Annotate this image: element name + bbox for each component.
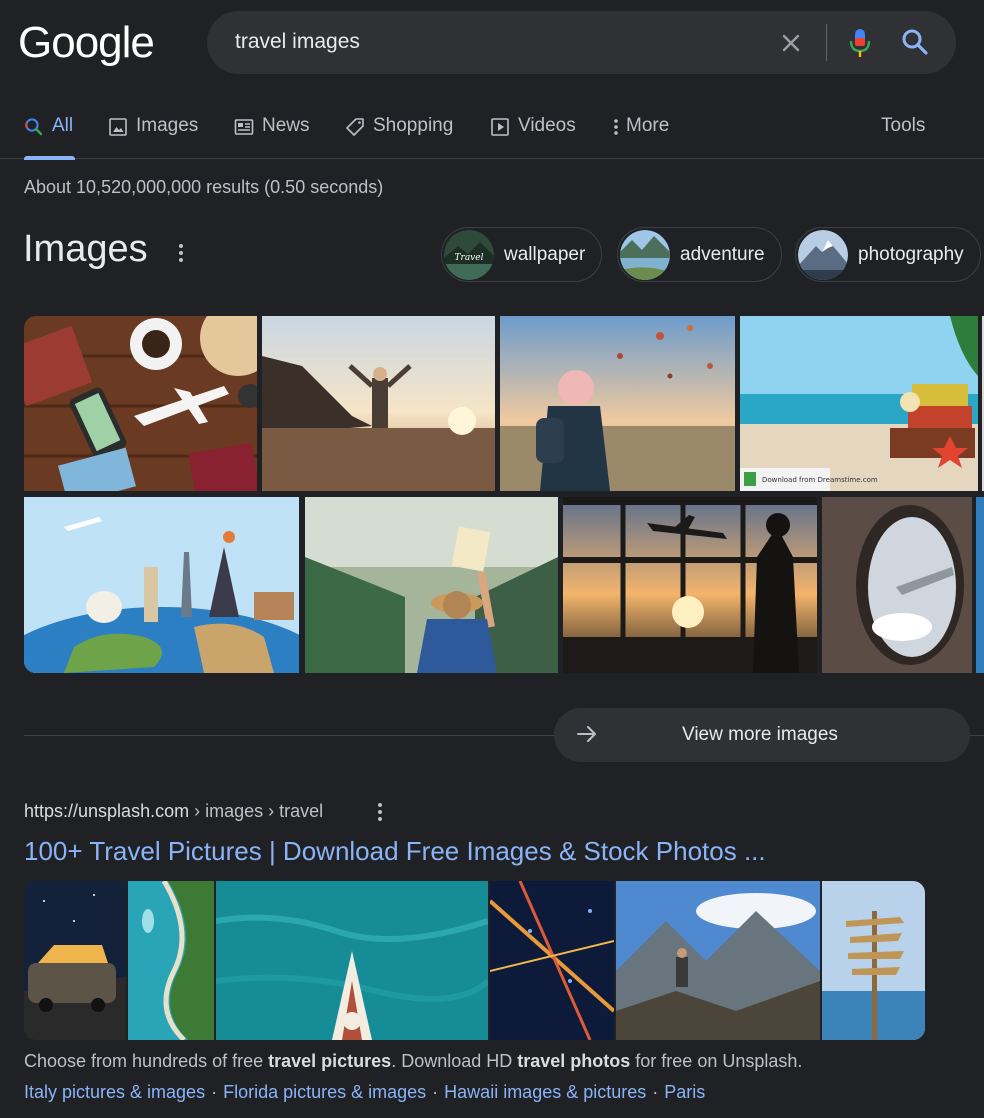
sitelink-separator: ·: [211, 1082, 218, 1102]
sitelink[interactable]: Italy pictures & images: [24, 1082, 205, 1102]
tools-button[interactable]: Tools: [881, 115, 925, 137]
search-box-divider: [826, 24, 827, 61]
result-thumbnail[interactable]: [24, 881, 126, 1040]
result-thumbnail[interactable]: [216, 881, 488, 1040]
tab-label: Videos: [518, 115, 576, 136]
image-thumbnail[interactable]: [305, 497, 558, 673]
result-thumbnail[interactable]: [616, 881, 820, 1040]
tag-icon: [346, 118, 364, 136]
tab-label: News: [262, 115, 310, 136]
google-logo[interactable]: Google: [18, 18, 155, 68]
search-icon[interactable]: [901, 28, 929, 56]
tab-images[interactable]: Images: [108, 115, 198, 159]
newspaper-icon: [234, 119, 254, 135]
image-icon: [109, 118, 127, 136]
sitelink[interactable]: Florida pictures & images: [223, 1082, 426, 1102]
view-more-images-button[interactable]: View more images: [554, 708, 970, 762]
image-thumbnail[interactable]: [976, 497, 984, 673]
image-thumbnail[interactable]: [262, 316, 495, 491]
result-stats: About 10,520,000,000 results (0.50 secon…: [24, 177, 384, 197]
chip-photography[interactable]: photography: [795, 227, 981, 282]
chip-thumb-text: Travel: [455, 253, 484, 263]
search-input[interactable]: [235, 30, 735, 54]
snippet-text: for free on Unsplash.: [630, 1051, 803, 1071]
chip-thumbnail: [798, 229, 848, 280]
chip-adventure[interactable]: adventure: [617, 227, 782, 282]
search-icon: [25, 118, 43, 136]
image-thumbnail[interactable]: [563, 497, 817, 673]
image-thumbnail[interactable]: Download from Dreamstime.com: [740, 316, 978, 491]
tab-label: Shopping: [373, 115, 454, 136]
search-tabs: All Images News Shopping Videos More Too…: [0, 104, 984, 160]
microphone-icon[interactable]: [848, 27, 872, 59]
images-section-title[interactable]: Images: [23, 228, 148, 271]
result-url[interactable]: https://unsplash.com › images › travel: [24, 801, 323, 822]
snippet-text: Choose from hundreds of free: [24, 1051, 269, 1071]
tab-news[interactable]: News: [234, 115, 310, 159]
search-box[interactable]: [207, 11, 956, 74]
image-thumbnail[interactable]: [822, 497, 972, 673]
chip-label: adventure: [680, 243, 765, 265]
sitelink-separator: ·: [652, 1082, 659, 1102]
sitelink[interactable]: Hawaii images & pictures: [444, 1082, 646, 1102]
tab-shopping[interactable]: Shopping: [345, 115, 453, 159]
chip-thumbnail: [620, 229, 670, 280]
view-more-label: View more images: [682, 724, 838, 745]
snippet-bold: travel pictures: [268, 1051, 392, 1071]
result-image-strip: [24, 881, 925, 1040]
sitelink[interactable]: Paris: [664, 1082, 705, 1102]
image-thumbnail[interactable]: [24, 316, 257, 491]
result-thumbnail[interactable]: [128, 881, 214, 1040]
tab-more[interactable]: More: [612, 115, 669, 159]
arrow-right-icon: [577, 726, 596, 742]
tab-videos[interactable]: Videos: [490, 115, 576, 159]
result-thumbnail[interactable]: [822, 881, 925, 1040]
result-snippet: Choose from hundreds of free travel pict…: [24, 1051, 802, 1072]
image-thumbnail[interactable]: [500, 316, 735, 491]
chip-wallpaper[interactable]: Travel wallpaper: [441, 227, 603, 282]
sitelink-separator: ·: [432, 1082, 439, 1102]
kebab-menu-icon[interactable]: [374, 801, 386, 823]
snippet-text: . Download HD: [391, 1051, 518, 1071]
chip-label: photography: [858, 243, 964, 265]
tab-label: All: [52, 115, 74, 136]
result-title-link[interactable]: 100+ Travel Pictures | Download Free Ima…: [24, 836, 766, 867]
result-thumbnail[interactable]: [490, 881, 614, 1040]
tab-all[interactable]: All: [24, 115, 76, 160]
play-icon: [491, 118, 509, 136]
kebab-icon: [614, 119, 618, 135]
chip-thumbnail: Travel: [444, 229, 494, 280]
result-url-domain: https://unsplash.com: [24, 801, 190, 821]
sitelinks: Italy pictures & images · Florida pictures…: [24, 1082, 705, 1103]
tab-label: More: [626, 115, 670, 136]
chip-label: wallpaper: [504, 243, 586, 265]
close-icon[interactable]: [779, 31, 803, 55]
result-url-path: › images › travel: [189, 801, 324, 821]
watermark-text: Download from Dreamstime.com: [762, 476, 878, 484]
image-thumbnail[interactable]: [24, 497, 299, 673]
tab-label: Images: [136, 115, 199, 136]
kebab-menu-icon[interactable]: [175, 241, 187, 265]
snippet-bold: travel photos: [517, 1051, 631, 1071]
